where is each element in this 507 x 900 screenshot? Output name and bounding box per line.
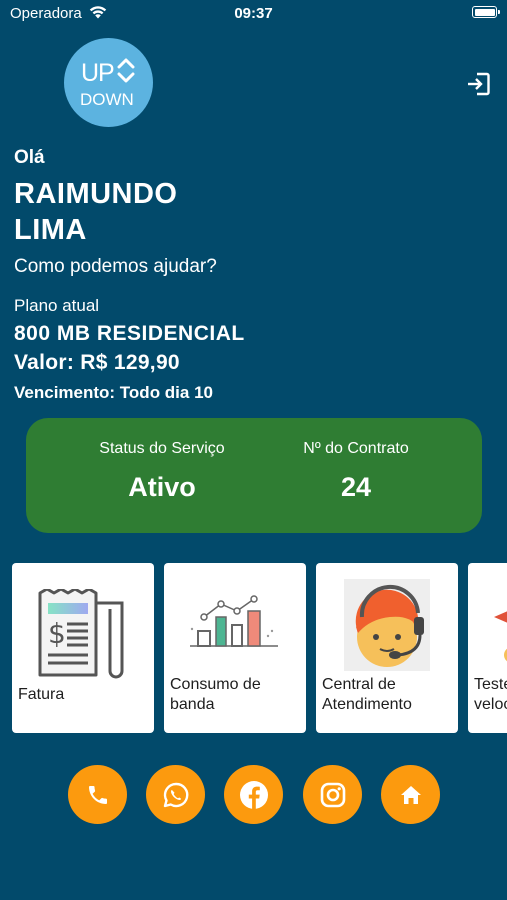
phone-button[interactable] <box>68 765 127 824</box>
logout-button[interactable] <box>464 70 492 98</box>
logout-icon <box>468 72 490 96</box>
service-status-card: Status do Serviço Ativo Nº do Contrato 2… <box>26 418 482 533</box>
speed-test-icon <box>494 611 507 662</box>
plan-label: Plano atual <box>14 296 100 315</box>
phone-icon <box>88 785 107 804</box>
tile-label: Teste de velocidade <box>474 676 507 713</box>
service-status: Status do Serviço Ativo <box>62 440 262 503</box>
support-agent-icon <box>344 579 430 671</box>
tile-teste-de-velocidade[interactable]: Teste de velocidade <box>468 563 507 733</box>
services-carousel[interactable]: $ Fatura Consumo de banda Central de Ate… <box>12 563 507 734</box>
logo-text-down: DOWN <box>80 90 134 109</box>
whatsapp-button[interactable] <box>146 765 205 824</box>
company-logo: UP DOWN <box>64 38 153 127</box>
invoice-icon: $ <box>38 589 124 679</box>
instagram-icon <box>320 782 345 807</box>
plan-name: 800 MB RESIDENCIAL <box>14 322 245 345</box>
tile-label: Central de Atendimento <box>322 676 412 713</box>
tile-consumo-de-banda[interactable]: Consumo de banda <box>164 563 306 733</box>
service-status-label: Status do Serviço <box>99 440 225 457</box>
home-icon <box>400 785 421 804</box>
plan-due-date: Vencimento: Todo dia 10 <box>14 383 213 402</box>
greeting: Olá <box>14 147 45 168</box>
logo-text-up: UP <box>81 59 115 87</box>
home-button[interactable] <box>381 765 440 824</box>
bar-chart-icon <box>190 595 278 647</box>
contract-number-label: Nº do Contrato <box>303 440 409 457</box>
tile-label: Fatura <box>18 686 65 703</box>
contract-number-value: 24 <box>340 472 372 502</box>
status-bar: Operadora 09:37 <box>0 0 507 30</box>
tile-fatura[interactable]: $ Fatura <box>12 563 154 733</box>
up-down-arrows-icon <box>117 58 135 83</box>
whatsapp-icon <box>163 782 188 807</box>
instagram-button[interactable] <box>303 765 362 824</box>
tile-label: Consumo de banda <box>170 676 261 713</box>
facebook-button[interactable] <box>224 765 283 824</box>
battery-icon <box>472 6 500 18</box>
clock: 09:37 <box>234 5 273 22</box>
svg-text:$: $ <box>48 617 66 650</box>
user-name: RAIMUNDO LIMA <box>14 178 178 246</box>
tile-central-de-atendimento[interactable]: Central de Atendimento <box>316 563 458 733</box>
contract-number: Nº do Contrato 24 <box>256 440 456 503</box>
service-status-value: Ativo <box>128 472 196 502</box>
contact-actions <box>0 765 507 825</box>
plan-value: Valor: R$ 129,90 <box>14 351 180 374</box>
help-text: Como podemos ajudar? <box>14 256 217 277</box>
facebook-icon <box>239 780 268 809</box>
